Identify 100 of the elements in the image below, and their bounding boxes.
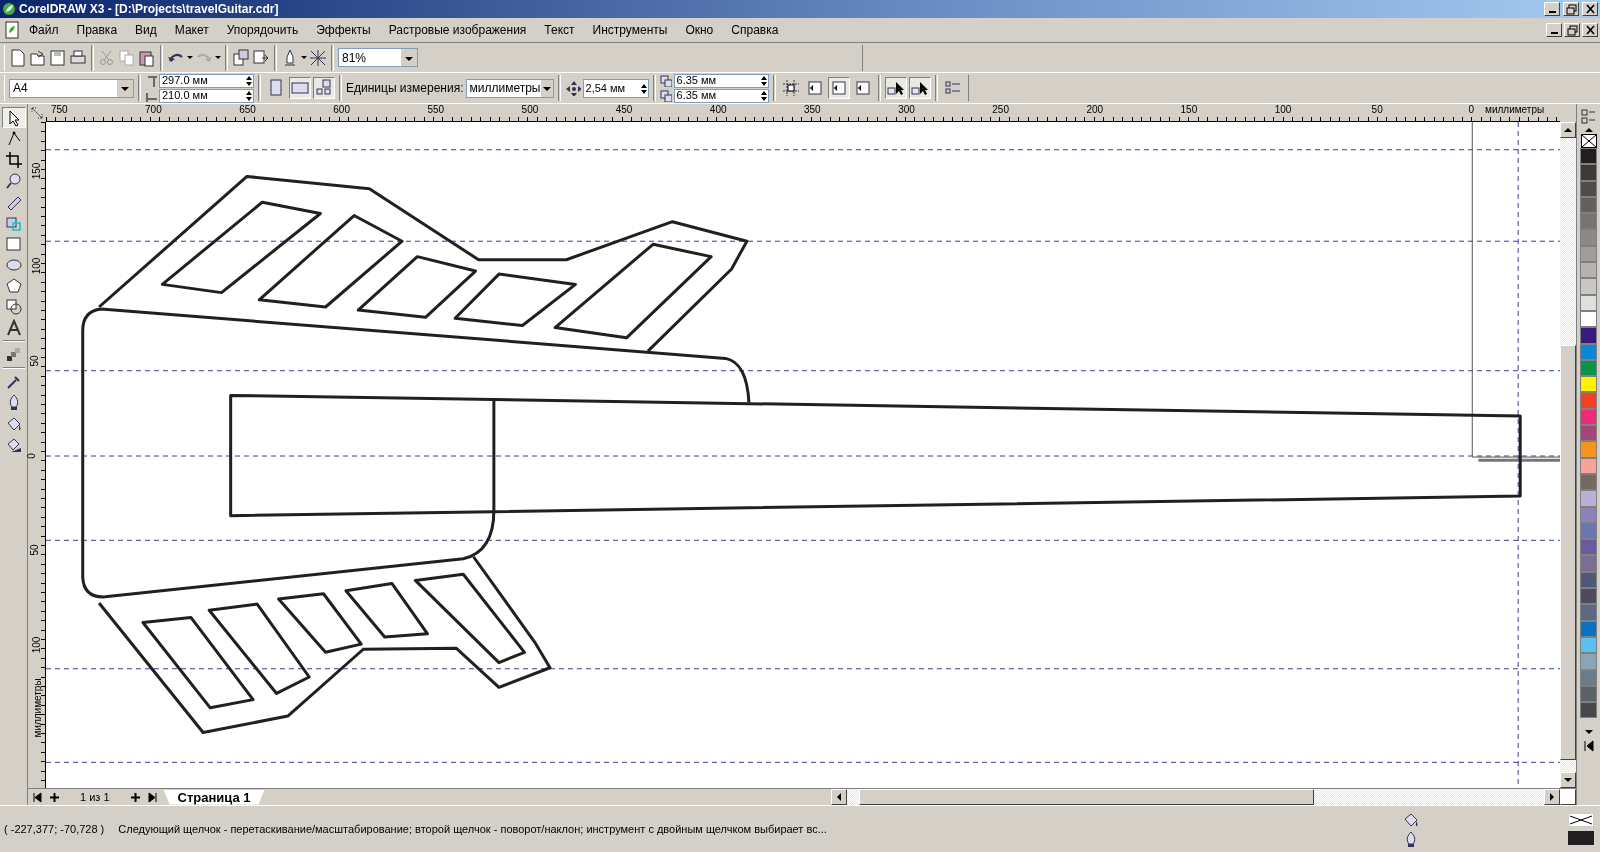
scroll-down-icon[interactable] [1583, 728, 1594, 737]
menu-item[interactable]: Справка [722, 21, 788, 39]
color-swatch[interactable] [1580, 441, 1597, 458]
minimize-button[interactable] [1546, 23, 1562, 37]
menu-item[interactable]: Эффекты [307, 21, 380, 39]
page-height-field[interactable]: 210.0 мм [159, 88, 254, 103]
color-swatch[interactable] [1580, 604, 1597, 621]
ruler-label: 650 [239, 105, 256, 115]
spin-arrows-icon[interactable] [245, 76, 253, 87]
caret-icon[interactable] [301, 56, 307, 59]
color-swatch[interactable] [1580, 392, 1597, 409]
dropdown-arrow-icon [120, 85, 130, 91]
color-swatch[interactable] [1580, 702, 1597, 719]
scroll-right-button[interactable] [1544, 789, 1560, 805]
minimize-button[interactable] [1544, 2, 1560, 16]
color-swatch[interactable] [1580, 148, 1597, 165]
units-dropdown[interactable]: миллиметры [465, 78, 554, 98]
palette-end-icon[interactable] [1582, 740, 1595, 753]
add-page-icon[interactable] [129, 791, 141, 803]
color-swatch[interactable] [1580, 262, 1597, 279]
menu-item[interactable]: Упорядочить [217, 21, 308, 39]
menu-item[interactable]: Вид [126, 21, 166, 39]
scroll-up-button[interactable] [1560, 122, 1576, 138]
color-swatch[interactable] [1580, 229, 1597, 246]
scrollbar-thumb[interactable] [859, 789, 1314, 805]
export-icon[interactable] [252, 48, 270, 67]
arrow-right-icon [1548, 792, 1556, 802]
duplicate-x-field[interactable]: 6.35 мм [673, 73, 769, 88]
last-page-icon[interactable] [146, 791, 158, 803]
palette-options-icon[interactable] [1579, 108, 1598, 126]
page-layout-button[interactable] [313, 77, 335, 99]
save-icon[interactable] [49, 48, 67, 67]
menu-item[interactable]: Растровые изображения [379, 21, 536, 39]
menu-item[interactable]: Окно [676, 21, 723, 39]
document-logo-icon[interactable] [4, 21, 20, 39]
color-swatch[interactable] [1580, 327, 1597, 344]
arrow-down-icon [1563, 776, 1573, 784]
dropdown-arrow-icon [541, 85, 552, 91]
nudge-field[interactable]: 2,54 мм [582, 78, 649, 98]
import-icon[interactable] [232, 48, 250, 67]
color-swatch[interactable] [1580, 490, 1597, 507]
zoom-tool-icon [4, 171, 23, 190]
menu-item[interactable]: Макет [165, 21, 218, 39]
ruler-label: 0 [26, 452, 37, 459]
color-swatch[interactable] [1580, 425, 1597, 442]
close-button[interactable] [1582, 2, 1598, 16]
landscape-button[interactable] [289, 77, 311, 99]
color-swatch[interactable] [1580, 213, 1597, 230]
ruler-label: 50 [29, 355, 40, 367]
zoom-dropdown[interactable]: 81% [338, 48, 418, 67]
page-tab[interactable]: Страница 1 [163, 789, 265, 805]
menu-item[interactable]: Инструменты [583, 21, 677, 39]
spin-arrows-icon[interactable] [759, 91, 768, 102]
app-logo-icon [2, 2, 16, 16]
page-layout-icon [315, 79, 333, 97]
color-swatch[interactable] [1580, 376, 1597, 393]
paste-icon[interactable] [138, 48, 156, 67]
print-icon[interactable] [69, 48, 87, 67]
offset-y-icon [659, 89, 672, 102]
color-swatch[interactable] [1580, 653, 1597, 670]
menu-item[interactable]: Текст [535, 21, 584, 39]
menu-item[interactable]: Правка [67, 21, 127, 39]
duplicate-y-field[interactable]: 6.35 мм [673, 88, 769, 103]
pick-tool-button[interactable] [1, 107, 26, 128]
color-swatch[interactable] [1580, 164, 1597, 181]
scrollbar-thumb[interactable] [1560, 345, 1576, 760]
scroll-left-button[interactable] [831, 789, 847, 805]
caret-icon[interactable] [187, 56, 193, 59]
horizontal-scrollbar[interactable] [831, 789, 1576, 805]
close-button[interactable] [1582, 23, 1598, 37]
color-swatch[interactable] [1580, 588, 1597, 605]
restore-button[interactable] [1564, 23, 1580, 37]
select-frame-button[interactable] [884, 77, 907, 99]
spin-arrows-icon[interactable] [639, 83, 648, 94]
no-color-swatch-icon[interactable] [1580, 134, 1597, 148]
paper-size-dropdown[interactable]: A4 [9, 78, 134, 98]
color-swatch[interactable] [1580, 539, 1597, 556]
first-page-icon[interactable] [32, 791, 43, 803]
ruler-unit-label: миллиметры [1485, 105, 1545, 115]
page-width-field[interactable]: 297.0 мм [159, 73, 254, 88]
color-swatch[interactable] [1580, 555, 1597, 572]
ruler-label: 100 [32, 636, 43, 654]
add-page-icon[interactable] [49, 791, 60, 803]
spin-arrows-icon[interactable] [759, 76, 768, 87]
menu-item[interactable]: Файл [20, 21, 68, 39]
guideline[interactable] [46, 668, 1560, 670]
caret-icon[interactable] [215, 56, 221, 59]
guideline[interactable] [46, 240, 1560, 242]
scroll-down-button[interactable] [1560, 772, 1576, 788]
new-document-icon[interactable] [9, 48, 27, 67]
color-swatch[interactable] [1580, 278, 1597, 295]
snap-objects-button[interactable] [827, 77, 850, 99]
restore-button[interactable] [1563, 2, 1579, 16]
vertical-scrollbar[interactable] [1560, 122, 1576, 788]
ruler-origin-icon[interactable] [29, 105, 45, 121]
guitar-drawing[interactable] [81, 174, 1522, 734]
open-icon[interactable] [29, 48, 47, 67]
select-outline-button[interactable] [908, 77, 931, 99]
spin-arrows-icon[interactable] [245, 91, 253, 102]
navigator-button[interactable] [1560, 789, 1576, 805]
